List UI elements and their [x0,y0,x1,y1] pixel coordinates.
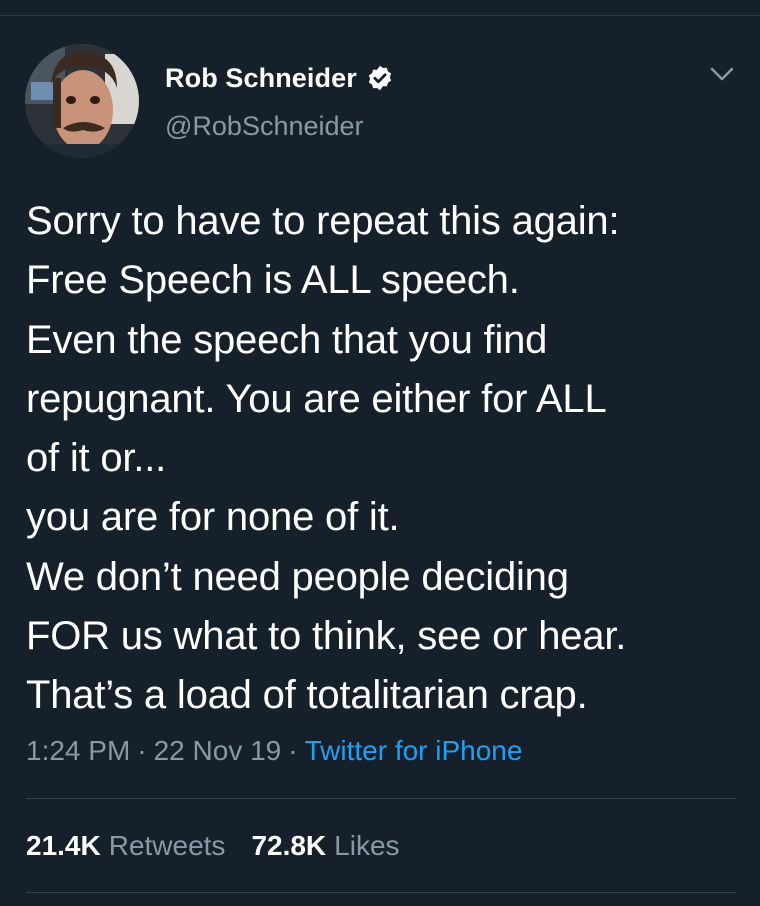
display-name[interactable]: Rob Schneider [165,63,357,94]
divider [26,798,736,799]
likes-stat[interactable]: 72.8K Likes [251,830,399,862]
tweet-text: Sorry to have to repeat this again: Free… [26,199,627,718]
engagement-stats: 21.4K Retweets 72.8K Likes [26,826,400,866]
avatar[interactable] [25,44,139,158]
retweets-label: Retweets [108,830,226,861]
tweet-date[interactable]: 22 Nov 19 [154,735,282,767]
tweet-source-link[interactable]: Twitter for iPhone [305,735,523,767]
retweets-count: 21.4K [26,830,101,861]
likes-count: 72.8K [251,830,327,861]
tweet-time[interactable]: 1:24 PM [26,735,130,767]
retweets-stat[interactable]: 21.4K Retweets [26,830,225,862]
display-name-row[interactable]: Rob Schneider [165,60,394,96]
chevron-down-icon[interactable] [708,62,736,86]
meta-separator: · [288,735,298,766]
likes-label: Likes [334,830,400,861]
top-divider [0,15,760,16]
verified-badge-icon [366,64,394,92]
divider [26,892,736,893]
user-handle[interactable]: @RobSchneider [165,111,364,142]
meta-separator: · [137,735,147,766]
tweet-meta: 1:24 PM · 22 Nov 19 · Twitter for iPhone [26,731,522,771]
avatar-image [25,44,139,158]
